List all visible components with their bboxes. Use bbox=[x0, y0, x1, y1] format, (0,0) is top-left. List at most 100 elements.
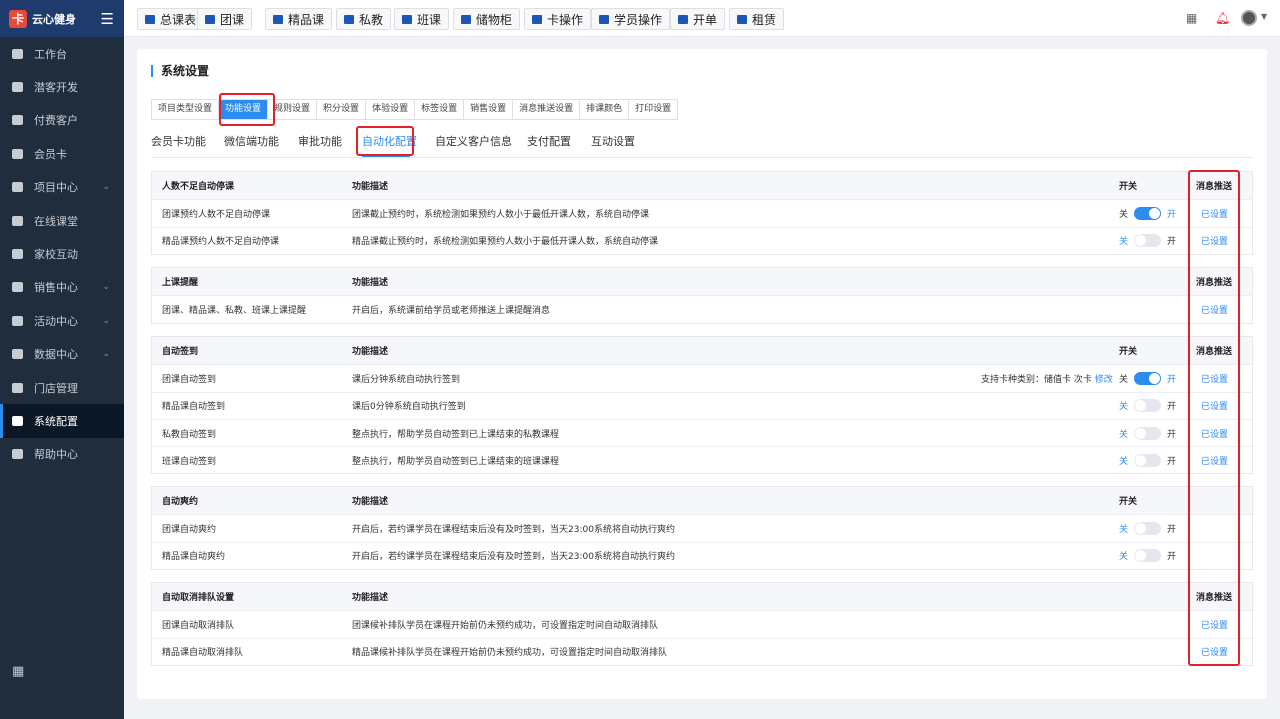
table-header-row: 自动签到 功能描述 开关 消息推送 bbox=[152, 337, 1252, 365]
feature-name: 团课预约人数不足自动停课 bbox=[162, 209, 271, 220]
feature-description: 精品课候补排队学员在课程开始前仍未预约成功，可设置指定时间自动取消排队 bbox=[352, 648, 668, 659]
feature-name: 精品课自动签到 bbox=[162, 402, 226, 413]
top-nav-button[interactable]: 储物柜 bbox=[453, 8, 521, 30]
switch-column-header: 开关 bbox=[1119, 347, 1138, 358]
toggle-switch[interactable]: 关开 bbox=[1119, 521, 1176, 535]
feature-description: 开启后，若约课学员在课程结束后没有及时签到，当天23:00系统将自动执行爽约 bbox=[352, 552, 675, 563]
top-nav-button[interactable]: 开单 bbox=[670, 8, 726, 30]
sidebar-item-label: 付费客户 bbox=[34, 114, 78, 128]
settings-tab[interactable]: 标签设置 bbox=[415, 100, 465, 119]
sidebar-item[interactable]: 在线课堂 bbox=[0, 204, 124, 237]
sidebar-item-label: 系统配置 bbox=[34, 414, 78, 428]
chat-icon bbox=[12, 249, 23, 260]
table-header-row: 自动取消排队设置 功能描述 消息推送 bbox=[152, 583, 1252, 611]
calendar-icon bbox=[12, 315, 23, 326]
store-icon bbox=[12, 382, 23, 393]
function-subtab[interactable]: 自定义客户信息 bbox=[435, 133, 512, 149]
sidebar-item[interactable]: 项目中心 ⌄ bbox=[0, 171, 124, 204]
sidebar-item[interactable]: 会员卡 bbox=[0, 137, 124, 170]
sidebar-item-label: 会员卡 bbox=[34, 147, 67, 161]
function-subtab[interactable]: 互动设置 bbox=[591, 133, 635, 149]
sidebar-item[interactable]: 帮助中心 bbox=[0, 438, 124, 471]
switch-track[interactable] bbox=[1134, 371, 1162, 385]
switch-off-label: 关 bbox=[1119, 374, 1129, 385]
switch-track[interactable] bbox=[1134, 234, 1162, 248]
edit-link[interactable]: 修改 bbox=[1095, 375, 1113, 385]
switch-track[interactable] bbox=[1134, 549, 1162, 563]
app-logo-icon: 卡 bbox=[9, 9, 27, 28]
sidebar: 卡 云心健身 ☰ 工作台 潜客开发 付费客户 会员卡 项目中心 ⌄ 在线课堂 家校互动 销售中心… bbox=[0, 0, 124, 719]
settings-tab[interactable]: 规则设置 bbox=[268, 100, 318, 119]
top-nav-label: 总课表 bbox=[160, 12, 197, 27]
switch-off-label: 关 bbox=[1119, 429, 1129, 440]
switch-track[interactable] bbox=[1134, 206, 1162, 220]
top-nav-button[interactable]: 卡操作 bbox=[524, 8, 592, 30]
switch-column-header: 开关 bbox=[1119, 182, 1138, 193]
avatar[interactable] bbox=[1241, 10, 1257, 26]
desc-column-header: 功能描述 bbox=[352, 182, 389, 193]
switch-track[interactable] bbox=[1134, 399, 1162, 413]
top-nav-label: 班课 bbox=[417, 12, 442, 27]
settings-table: 自动爽约 功能描述 开关 团课自动爽约 开启后，若约课学员在课程结束后没有及时签到，当天… bbox=[151, 486, 1253, 570]
toggle-switch[interactable]: 关开 bbox=[1119, 426, 1176, 440]
feature-description: 团课候补排队学员在课程开始前仍未预约成功，可设置指定时间自动取消排队 bbox=[352, 620, 659, 631]
toggle-switch[interactable]: 关开 bbox=[1119, 399, 1176, 413]
sidebar-item[interactable]: 家校互动 bbox=[0, 237, 124, 270]
top-nav-button[interactable]: 团课 bbox=[197, 8, 253, 30]
sidebar-item[interactable]: 工作台 bbox=[0, 37, 124, 70]
sidebar-menu: 工作台 潜客开发 付费客户 会员卡 项目中心 ⌄ 在线课堂 家校互动 销售中心 ⌄ 活动中心 ⌄ 数据中… bbox=[0, 37, 124, 471]
id-card-icon bbox=[12, 82, 23, 93]
settings-tab[interactable]: 打印设置 bbox=[629, 100, 677, 119]
book-icon bbox=[205, 14, 215, 24]
toggle-switch[interactable]: 关开 bbox=[1119, 206, 1176, 220]
sidebar-item[interactable]: 门店管理 bbox=[0, 371, 124, 404]
hamburger-menu-icon[interactable]: ☰ bbox=[101, 10, 114, 28]
bell-icon[interactable]: 🔔︎ bbox=[1215, 11, 1230, 25]
sidebar-item[interactable]: 付费客户 bbox=[0, 104, 124, 137]
settings-tab[interactable]: 消息推送设置 bbox=[513, 100, 581, 119]
sidebar-item[interactable]: 系统配置 bbox=[0, 404, 124, 439]
sidebar-item-label: 家校互动 bbox=[34, 248, 78, 262]
feature-name: 团课、精品课、私教、班课上课提醒 bbox=[162, 305, 307, 316]
card-icon bbox=[12, 148, 23, 159]
grid-icon[interactable]: ▦ bbox=[1186, 11, 1197, 25]
sidebar-item-label: 销售中心 bbox=[34, 281, 78, 295]
sidebar-item[interactable]: 数据中心 ⌄ bbox=[0, 338, 124, 371]
chevron-down-icon: ⌄ bbox=[102, 315, 110, 326]
function-subtab[interactable]: 微信端功能 bbox=[224, 133, 279, 149]
function-subtab[interactable]: 支付配置 bbox=[527, 133, 571, 149]
top-nav-button[interactable]: 租赁 bbox=[729, 8, 785, 30]
sidebar-item-label: 工作台 bbox=[34, 47, 67, 61]
chevron-down-icon[interactable]: ▼ bbox=[1261, 12, 1267, 21]
toggle-switch[interactable]: 关开 bbox=[1119, 371, 1176, 385]
top-nav-button[interactable]: 私教 bbox=[336, 8, 392, 30]
switch-track[interactable] bbox=[1134, 453, 1162, 467]
settings-tab[interactable]: 项目类型设置 bbox=[152, 100, 220, 119]
table-row: 精品课自动爽约 开启后，若约课学员在课程结束后没有及时签到，当天23:00系统将自… bbox=[152, 541, 1252, 569]
toggle-switch[interactable]: 关开 bbox=[1119, 549, 1176, 563]
sidebar-item[interactable]: 活动中心 ⌄ bbox=[0, 304, 124, 337]
top-nav-button[interactable]: 班课 bbox=[394, 8, 450, 30]
settings-tab[interactable]: 销售设置 bbox=[464, 100, 514, 119]
building-icon bbox=[737, 14, 747, 24]
settings-tab[interactable]: 体验设置 bbox=[366, 100, 416, 119]
toggle-switch[interactable]: 关开 bbox=[1119, 453, 1176, 467]
function-subtab[interactable]: 审批功能 bbox=[298, 133, 342, 149]
grid-apps-icon[interactable]: ▦ bbox=[12, 664, 24, 679]
top-nav-button[interactable]: 总课表 bbox=[137, 8, 205, 30]
function-subtab[interactable]: 会员卡功能 bbox=[151, 133, 206, 149]
top-nav-button[interactable]: 学员操作 bbox=[591, 8, 671, 30]
top-nav-button[interactable]: 精品课 bbox=[265, 8, 333, 30]
sidebar-item[interactable]: 销售中心 ⌄ bbox=[0, 271, 124, 304]
table-row: 团课自动签到 课后分钟系统自动执行签到 支持卡种类别：储值卡 次卡 修改关开已设置 bbox=[152, 364, 1252, 391]
book-icon bbox=[145, 14, 155, 24]
switch-track[interactable] bbox=[1134, 521, 1162, 535]
switch-off-label: 关 bbox=[1119, 237, 1129, 248]
sidebar-item[interactable]: 潜客开发 bbox=[0, 70, 124, 103]
chart-icon bbox=[12, 349, 23, 360]
settings-tab[interactable]: 积分设置 bbox=[317, 100, 367, 119]
table-row: 精品课自动签到 课后0分钟系统自动执行签到关开已设置 bbox=[152, 391, 1252, 419]
settings-tab[interactable]: 排课颜色 bbox=[580, 100, 630, 119]
toggle-switch[interactable]: 关开 bbox=[1119, 234, 1176, 248]
switch-track[interactable] bbox=[1134, 426, 1162, 440]
